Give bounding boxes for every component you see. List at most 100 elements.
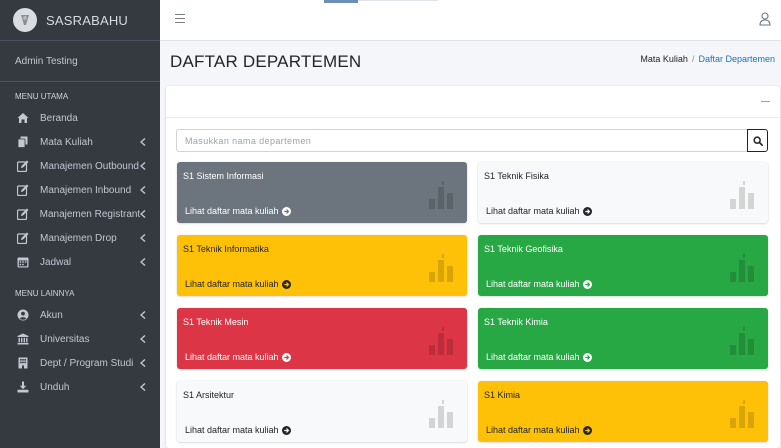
view-courses-link[interactable]: Lihat daftar mata kuliah: [185, 425, 291, 435]
sidebar-item-manajemen-outbound[interactable]: Manajemen Outbound: [0, 154, 160, 178]
edit-icon: [16, 231, 30, 245]
sidebar-item-label: Manajemen Inbound: [40, 184, 132, 196]
user-icon[interactable]: [759, 12, 771, 26]
department-box: S1 Teknik Fisika Lihat daftar mata kulia…: [478, 162, 768, 223]
arrow-circle-right-icon: [582, 206, 592, 216]
view-courses-link[interactable]: Lihat daftar mata kuliah: [486, 279, 592, 289]
search-button[interactable]: [747, 129, 768, 152]
menu-toggle-icon[interactable]: [175, 14, 185, 24]
sidebar-item-label: Manajemen Drop: [40, 232, 117, 244]
department-box: S1 Arsitektur Lihat daftar mata kuliah: [177, 381, 467, 442]
chevron-left-icon: [140, 185, 148, 195]
brand-name: SASRABAHU: [46, 12, 128, 28]
calendar-icon: [16, 255, 30, 269]
top-indicator: [324, 0, 358, 3]
department-name: S1 Teknik Fisika: [484, 171, 549, 181]
sidebar-item-mata-kuliah[interactable]: Mata Kuliah: [0, 130, 160, 154]
department-box: S1 Teknik Kimia Lihat daftar mata kuliah: [478, 308, 768, 369]
edit-icon: [16, 159, 30, 173]
arrow-circle-right-icon: [582, 279, 592, 289]
view-courses-link[interactable]: Lihat daftar mata kuliah: [486, 425, 592, 435]
department-box: S1 Teknik Geofisika Lihat daftar mata ku…: [478, 235, 768, 296]
collapse-icon[interactable]: [761, 101, 770, 102]
arrow-circle-right-icon: [281, 425, 291, 435]
sidebar-item-manajemen-inbound[interactable]: Manajemen Inbound: [0, 178, 160, 202]
top-divider: [358, 0, 438, 1]
edit-icon: [16, 183, 30, 197]
page-title: DAFTAR DEPARTEMEN: [170, 52, 362, 71]
sidebar-item-unduh[interactable]: Unduh: [0, 375, 160, 399]
breadcrumb-parent[interactable]: Mata Kuliah: [640, 54, 688, 64]
download-icon: [16, 380, 30, 394]
sidebar-item-label: Jadwal: [40, 256, 72, 268]
chevron-left-icon: [140, 382, 148, 392]
department-box: S1 Sistem Informasi Lihat daftar mata ku…: [177, 162, 467, 223]
home-icon: [16, 111, 30, 125]
bar-chart-icon: [728, 254, 758, 282]
sidebar-item-manajemen-registrant[interactable]: Manajemen Registrant: [0, 202, 160, 226]
sidebar-item-jadwal[interactable]: Jadwal: [0, 250, 160, 274]
sidebar-item-label: Mata Kuliah: [40, 136, 93, 148]
bar-chart-icon: [427, 254, 457, 282]
department-name: S1 Kimia: [484, 390, 521, 400]
view-courses-link[interactable]: Lihat daftar mata kuliah: [486, 352, 592, 362]
arrow-circle-right-icon: [281, 206, 291, 216]
search-input[interactable]: [176, 129, 747, 152]
chevron-left-icon: [140, 334, 148, 344]
bar-chart-icon: [728, 181, 758, 209]
sidebar-item-universitas[interactable]: Universitas: [0, 327, 160, 351]
sidebar-item-label: Beranda: [40, 112, 78, 124]
department-name: S1 Teknik Mesin: [183, 317, 249, 327]
sidebar-item-label: Manajemen Outbound: [40, 160, 139, 172]
arrow-circle-right-icon: [281, 279, 291, 289]
user-circle-icon: [16, 308, 30, 322]
view-courses-link[interactable]: Lihat daftar mata kuliah: [185, 206, 291, 216]
view-courses-link[interactable]: Lihat daftar mata kuliah: [486, 206, 592, 216]
user-name: Admin Testing: [15, 55, 78, 67]
university-icon: [16, 332, 30, 346]
bar-chart-icon: [728, 400, 758, 428]
breadcrumb-current: Daftar Departemen: [698, 54, 775, 64]
chevron-left-icon: [140, 233, 148, 243]
logo-icon: [13, 8, 37, 32]
search-icon: [752, 135, 763, 146]
nav-header-other: MENU LAINNYA: [15, 289, 75, 298]
sidebar-item-beranda[interactable]: Beranda: [0, 106, 160, 130]
breadcrumb: Mata Kuliah / Daftar Departemen: [640, 54, 775, 64]
content-header: DAFTAR DEPARTEMEN Mata Kuliah / Daftar Dep…: [160, 41, 781, 85]
sidebar-item-label: Dept / Program Studi: [40, 357, 134, 369]
arrow-circle-right-icon: [281, 352, 291, 362]
department-name: S1 Teknik Geofisika: [484, 244, 563, 254]
sidebar-item-manajemen-drop[interactable]: Manajemen Drop: [0, 226, 160, 250]
view-courses-link[interactable]: Lihat daftar mata kuliah: [185, 279, 291, 289]
chevron-left-icon: [140, 310, 148, 320]
bar-chart-icon: [427, 327, 457, 355]
chevron-left-icon: [140, 358, 148, 368]
chevron-left-icon: [140, 161, 148, 171]
copy-icon: [16, 135, 30, 149]
building-icon: [16, 356, 30, 370]
edit-icon: [16, 207, 30, 221]
chevron-left-icon: [140, 137, 148, 147]
chevron-left-icon: [140, 257, 148, 267]
department-box: S1 Teknik Mesin Lihat daftar mata kuliah: [177, 308, 467, 369]
bar-chart-icon: [427, 181, 457, 209]
view-courses-link[interactable]: Lihat daftar mata kuliah: [185, 352, 291, 362]
arrow-circle-right-icon: [582, 425, 592, 435]
department-name: S1 Teknik Kimia: [484, 317, 548, 327]
user-panel[interactable]: Admin Testing: [0, 41, 160, 82]
sidebar: SASRABAHU Admin Testing MENU UTAMA Beran…: [0, 0, 160, 448]
brand-link[interactable]: SASRABAHU: [0, 0, 160, 41]
breadcrumb-separator: /: [691, 54, 695, 64]
department-card: S1 Sistem Informasi Lihat daftar mata ku…: [166, 86, 780, 448]
bar-chart-icon: [728, 327, 758, 355]
department-box: S1 Teknik Informatika Lihat daftar mata …: [177, 235, 467, 296]
chevron-left-icon: [140, 209, 148, 219]
sidebar-item-dept-program-studi[interactable]: Dept / Program Studi: [0, 351, 160, 375]
sidebar-item-akun[interactable]: Akun: [0, 303, 160, 327]
bar-chart-icon: [427, 400, 457, 428]
department-name: S1 Sistem Informasi: [183, 171, 264, 181]
search-group: [176, 129, 768, 152]
department-name: S1 Arsitektur: [183, 390, 235, 400]
sidebar-item-label: Universitas: [40, 333, 90, 345]
